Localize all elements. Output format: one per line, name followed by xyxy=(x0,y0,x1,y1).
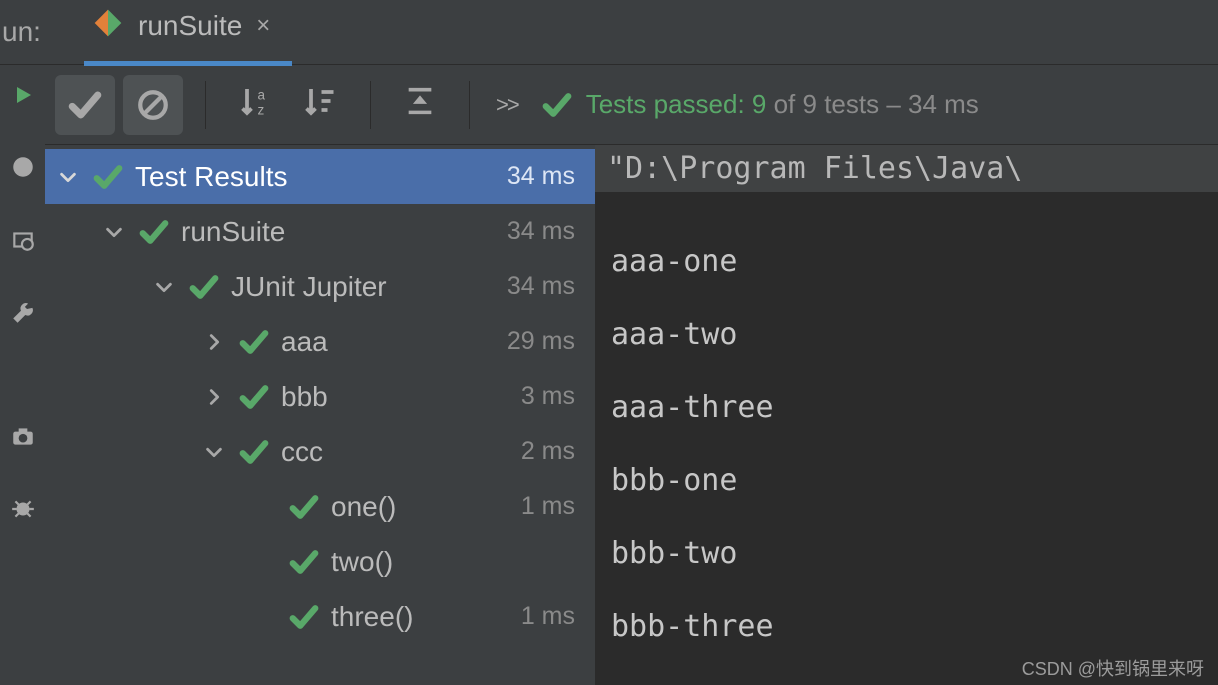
node-time: 1 ms xyxy=(521,492,575,521)
tree-node[interactable]: three() 1 ms xyxy=(45,589,595,644)
separator xyxy=(205,81,206,129)
close-icon[interactable]: × xyxy=(256,12,270,40)
node-time: 3 ms xyxy=(521,382,575,411)
toolbar-overflow[interactable]: >> xyxy=(496,92,518,118)
tab-label: runSuite xyxy=(138,10,242,42)
passed-icon xyxy=(139,217,169,247)
show-ignored-button[interactable] xyxy=(123,75,183,135)
node-time: 34 ms xyxy=(507,162,575,191)
console-line: aaa-two xyxy=(611,317,1202,352)
run-config-icon xyxy=(92,7,124,46)
rerun-icon[interactable] xyxy=(11,83,35,114)
tree-node[interactable]: JUnit Jupiter 34 ms xyxy=(45,259,595,314)
chevron-right-icon[interactable] xyxy=(203,386,225,408)
node-label: one() xyxy=(331,491,521,523)
node-label: Test Results xyxy=(135,161,507,193)
separator xyxy=(469,81,470,129)
separator xyxy=(370,81,371,129)
tree-node[interactable]: two() xyxy=(45,534,595,589)
target-icon[interactable] xyxy=(10,227,36,260)
test-tree[interactable]: Test Results 34 ms runSuite 34 ms JUnit … xyxy=(45,145,595,685)
passed-icon xyxy=(239,327,269,357)
run-label: un: xyxy=(0,16,92,48)
tests-summary: Tests passed: 9 of 9 tests – 34 ms xyxy=(586,89,979,120)
toggle-breakpoint-icon[interactable] xyxy=(10,154,36,187)
chevron-right-icon[interactable] xyxy=(203,331,225,353)
console-line: aaa-one xyxy=(611,244,1202,279)
console-line: bbb-one xyxy=(611,463,1202,498)
chevron-down-icon[interactable] xyxy=(203,441,225,463)
show-passed-button[interactable] xyxy=(55,75,115,135)
collapse-all-button[interactable] xyxy=(393,84,447,125)
passed-icon xyxy=(239,437,269,467)
node-label: two() xyxy=(331,546,575,578)
wrench-icon[interactable] xyxy=(10,300,36,333)
chevron-down-icon[interactable] xyxy=(103,221,125,243)
camera-icon[interactable] xyxy=(10,423,36,456)
console-line: bbb-two xyxy=(611,536,1202,571)
tree-node[interactable]: one() 1 ms xyxy=(45,479,595,534)
node-time: 2 ms xyxy=(521,437,575,466)
passed-icon xyxy=(93,162,123,192)
passed-icon xyxy=(289,547,319,577)
node-label: ccc xyxy=(281,436,521,468)
chevron-down-icon[interactable] xyxy=(153,276,175,298)
node-time: 1 ms xyxy=(521,602,575,631)
node-label: three() xyxy=(331,601,521,633)
sort-alpha-button[interactable] xyxy=(228,83,284,126)
sort-duration-button[interactable] xyxy=(292,83,348,126)
node-time: 29 ms xyxy=(507,327,575,356)
node-label: runSuite xyxy=(181,216,507,248)
watermark: CSDN @快到锅里来呀 xyxy=(1022,655,1204,681)
tree-node[interactable]: aaa 29 ms xyxy=(45,314,595,369)
console-line: aaa-three xyxy=(611,390,1202,425)
passed-icon xyxy=(239,382,269,412)
node-time: 34 ms xyxy=(507,217,575,246)
console-command: "D:\Program Files\Java\ xyxy=(595,145,1218,192)
passed-icon xyxy=(289,602,319,632)
tree-node[interactable]: ccc 2 ms xyxy=(45,424,595,479)
tree-node[interactable]: runSuite 34 ms xyxy=(45,204,595,259)
node-time: 34 ms xyxy=(507,272,575,301)
passed-icon xyxy=(189,272,219,302)
tab-runsuite[interactable]: runSuite × xyxy=(92,0,284,65)
tree-node-root[interactable]: Test Results 34 ms xyxy=(45,149,595,204)
node-label: JUnit Jupiter xyxy=(231,271,507,303)
console-output[interactable]: "D:\Program Files\Java\ aaa-one aaa-two … xyxy=(595,145,1218,685)
tree-node[interactable]: bbb 3 ms xyxy=(45,369,595,424)
passed-icon xyxy=(289,492,319,522)
bug-icon[interactable] xyxy=(10,496,36,529)
passed-check-icon xyxy=(542,90,572,120)
chevron-down-icon[interactable] xyxy=(57,166,79,188)
node-label: aaa xyxy=(281,326,507,358)
console-line: bbb-three xyxy=(611,609,1202,644)
node-label: bbb xyxy=(281,381,521,413)
